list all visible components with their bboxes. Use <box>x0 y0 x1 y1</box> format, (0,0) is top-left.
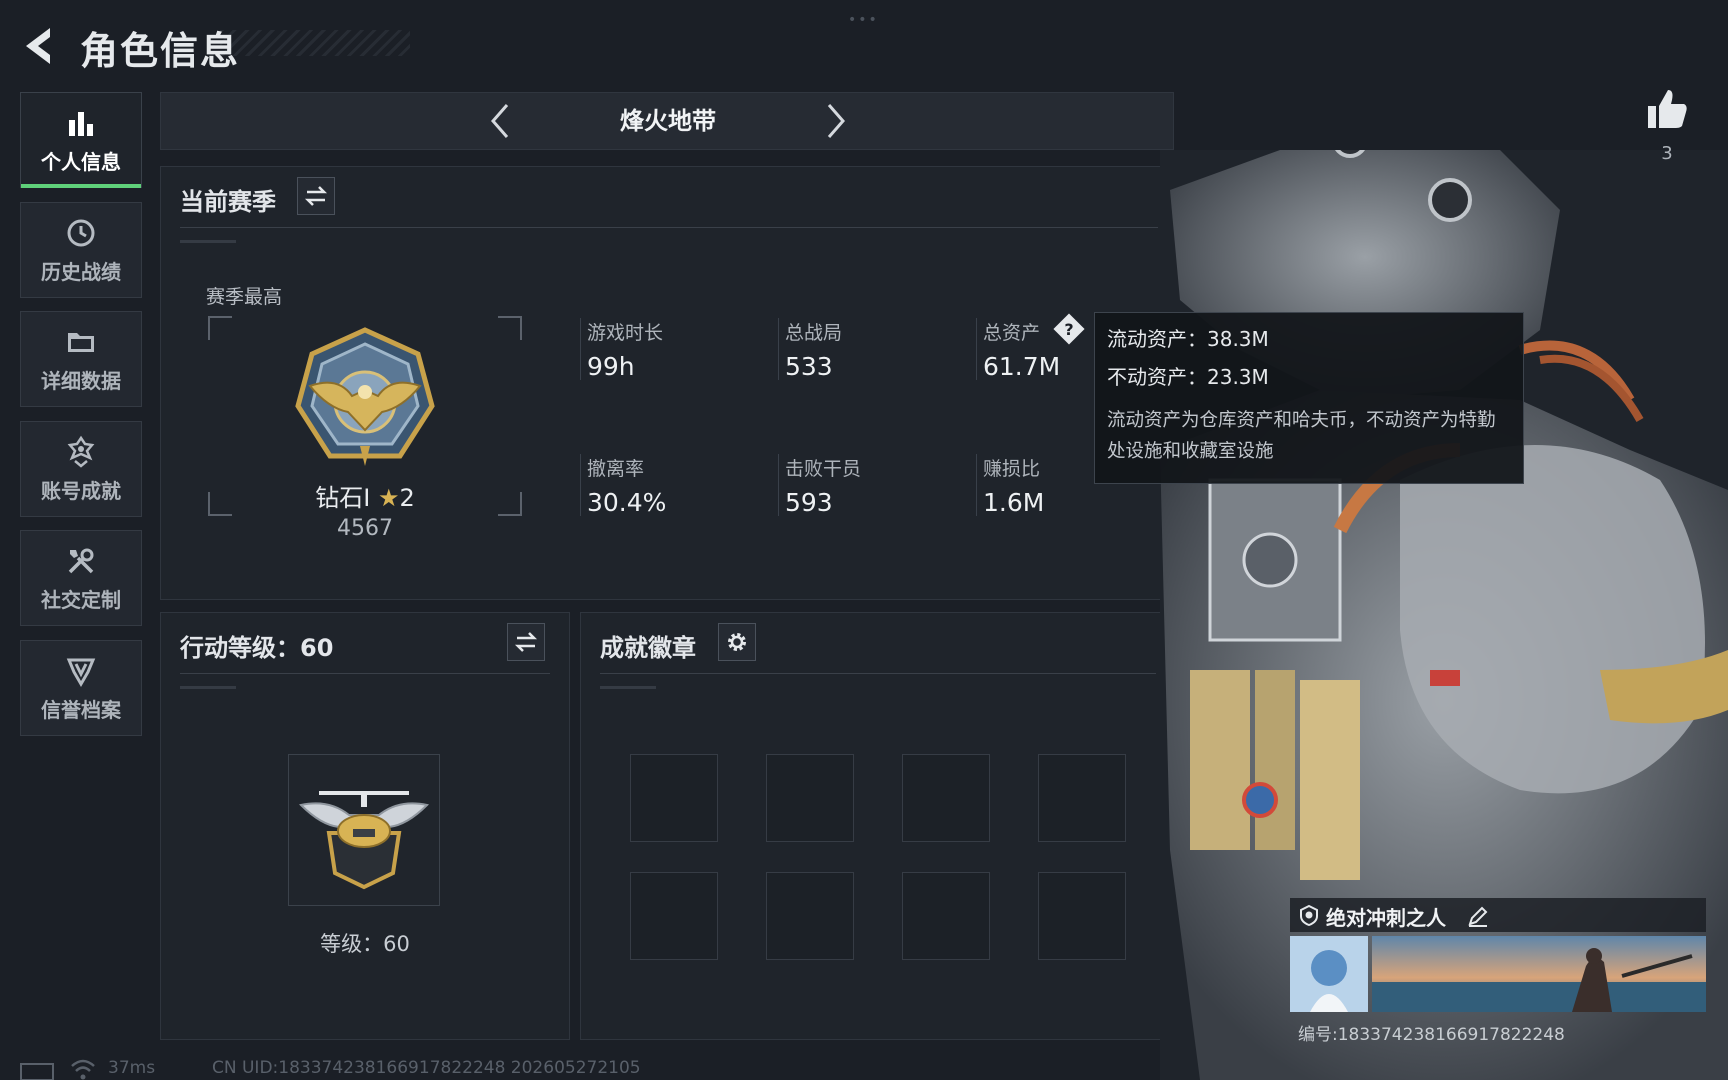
stat-label: 赚损比 <box>983 458 1041 480</box>
gear-icon <box>728 633 746 651</box>
rank-badge-icon <box>1300 904 1318 926</box>
ping-text: 37ms <box>108 1058 156 1078</box>
divider <box>180 227 1158 228</box>
avatar[interactable] <box>1290 936 1368 1012</box>
divider <box>180 673 550 674</box>
stat-label: 总资产 <box>983 322 1041 344</box>
stat-label: 击败干员 <box>785 458 862 480</box>
assets-note: 流动资产为仓库资产和哈夫币，不动资产为特勤处设施和收藏室设施 <box>1107 410 1496 462</box>
season-best-label: 赛季最高 <box>206 286 283 308</box>
stat-label: 游戏时长 <box>587 322 664 344</box>
player-id: 编号:1833742381669178​22248 <box>1298 1025 1565 1045</box>
uid-text: CN UID:183374238166917822248 20260527210… <box>212 1058 641 1078</box>
mode-selector: 烽火地带 <box>160 92 1174 150</box>
sidebar-item-label: 信誉档案 <box>41 697 121 722</box>
page-title: 角色信息 <box>80 29 241 73</box>
stat-label: 撤离率 <box>587 458 645 480</box>
rank-stars: 2 <box>399 484 415 512</box>
sidebar-item-label: 账号成就 <box>41 478 121 503</box>
swap-icon <box>304 186 328 206</box>
divider <box>600 673 1156 674</box>
stat-value: 533 <box>785 352 833 381</box>
rank-score: 4567 <box>337 516 393 541</box>
history-icon <box>67 219 95 246</box>
chevron-left-icon[interactable] <box>481 101 521 141</box>
stat-separator <box>580 318 581 380</box>
sidebar-item-account-achievements[interactable]: 账号成就 <box>20 421 142 517</box>
action-level-title: 行动等级：60 <box>180 634 334 662</box>
sidebar-item-label: 社交定制 <box>41 587 121 612</box>
bar-chart-icon <box>69 111 93 136</box>
svg-text:?: ? <box>1064 320 1073 339</box>
badge-slot[interactable] <box>630 754 718 842</box>
sidebar-item-personal-info[interactable]: 个人信息 <box>20 92 142 188</box>
stat-separator <box>976 454 977 516</box>
sidebar-item-credit-record[interactable]: 信誉档案 <box>20 640 142 736</box>
swap-icon <box>514 632 538 652</box>
frame-corner <box>208 492 232 516</box>
sidebar-item-label: 详细数据 <box>41 368 121 393</box>
stat-label: 总战局 <box>785 322 843 344</box>
divider-tick <box>600 686 656 689</box>
stat-value: 1.6M <box>983 488 1045 517</box>
shield-icon <box>66 658 96 687</box>
title-decoration <box>220 30 410 56</box>
tools-icon <box>68 548 94 573</box>
level-text: 等级：60 <box>320 932 410 956</box>
back-arrow-icon[interactable] <box>18 24 62 68</box>
profile-banner[interactable] <box>1372 936 1706 1012</box>
badge-slot[interactable] <box>766 754 854 842</box>
star-icon: ★ <box>377 484 400 512</box>
battery-icon <box>20 1063 54 1080</box>
folder-icon <box>68 332 94 352</box>
divider-tick <box>180 686 236 689</box>
wifi-icon <box>71 1059 95 1080</box>
sidebar-item-history[interactable]: 历史战绩 <box>20 202 142 298</box>
stat-separator <box>778 454 779 516</box>
frame-corner <box>208 316 232 340</box>
badge-slot[interactable] <box>630 872 718 960</box>
badge-slot[interactable] <box>902 754 990 842</box>
stat-value: 61.7M <box>983 352 1061 381</box>
thumbs-up-icon[interactable] <box>1644 86 1690 132</box>
diamond-rank-emblem <box>295 327 435 466</box>
achievement-icon <box>67 435 95 468</box>
sidebar-item-label: 历史战绩 <box>41 259 121 284</box>
frame-corner <box>498 316 522 340</box>
frame-corner <box>498 492 522 516</box>
season-title: 当前赛季 <box>180 188 276 216</box>
chevron-right-icon[interactable] <box>815 101 855 141</box>
assets-tooltip: 流动资产：38.3M 不动资产：23.3M 流动资产为仓库资产和哈夫币，不动资产… <box>1094 312 1524 484</box>
badge-slot[interactable] <box>902 872 990 960</box>
stat-separator <box>976 318 977 380</box>
badges-title: 成就徽章 <box>600 634 696 662</box>
divider-tick <box>180 240 236 243</box>
helicopter-emblem <box>298 791 430 890</box>
rank-name: 钻石I <box>315 484 371 512</box>
badge-slot[interactable] <box>1038 754 1126 842</box>
sidebar-item-detailed-data[interactable]: 详细数据 <box>20 311 142 407</box>
badges-settings-button[interactable] <box>718 623 756 661</box>
mode-name: 烽火地带 <box>620 107 716 135</box>
level-emblem-frame <box>288 754 440 906</box>
sidebar-item-label: 个人信息 <box>41 149 121 174</box>
rank-line: 钻石I ★2 <box>300 478 430 513</box>
stat-separator <box>580 454 581 516</box>
stat-separator <box>778 318 779 380</box>
fixed-assets-text: 不动资产：23.3M <box>1107 365 1269 389</box>
stat-value: 30.4% <box>587 488 667 517</box>
badge-slot[interactable] <box>1038 872 1126 960</box>
season-switch-button[interactable] <box>297 177 335 215</box>
player-name: 绝对冲刺之人 <box>1326 906 1446 930</box>
liquid-assets-text: 流动资产：38.3M <box>1107 327 1269 351</box>
stat-value: 593 <box>785 488 833 517</box>
sidebar-item-social-custom[interactable]: 社交定制 <box>20 530 142 626</box>
stat-value: 99h <box>587 352 635 381</box>
action-level-switch-button[interactable] <box>507 623 545 661</box>
help-icon[interactable]: ? <box>1052 312 1086 346</box>
edit-icon[interactable] <box>1466 904 1490 928</box>
drag-handle-icon: ••• <box>848 12 879 28</box>
like-count: 3 <box>1661 143 1673 164</box>
badge-slot[interactable] <box>766 872 854 960</box>
